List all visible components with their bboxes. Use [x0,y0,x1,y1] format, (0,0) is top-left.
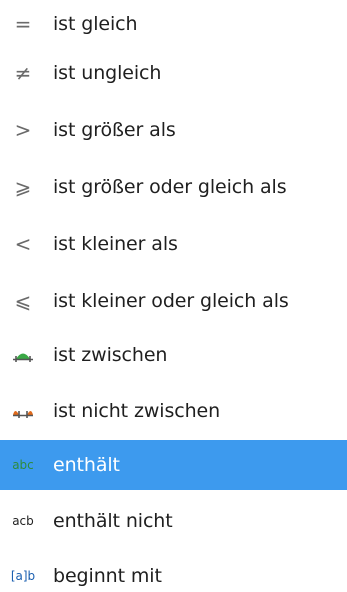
menu-item-label: ist zwischen [53,344,168,366]
not-contains-icon: acb [12,514,34,528]
menu-item-not-contains[interactable]: acb enthält nicht [0,497,347,545]
menu-item-label: enthält [53,454,120,476]
menu-item-label: enthält nicht [53,510,173,532]
begins-with-icon: [a]b [10,569,36,583]
menu-item-label: ist nicht zwischen [53,400,221,422]
menu-item-not-between[interactable]: ist nicht zwischen [0,387,347,435]
menu-item-label: ist ungleich [53,62,162,84]
not-between-icon [8,396,38,426]
menu-item-label: beginnt mit [53,565,162,587]
between-icon [8,340,38,370]
greater-or-equal-icon: ⩾ [14,175,32,199]
operator-dropdown-list: = ist gleich ≠ ist ungleich > ist größer… [0,0,347,592]
contains-icon: abc [12,458,34,472]
menu-item-greater-or-equal[interactable]: ⩾ ist größer oder gleich als [0,163,347,211]
menu-item-not-equal[interactable]: ≠ ist ungleich [0,49,347,97]
equals-icon: = [14,12,32,36]
menu-item-label: ist kleiner oder gleich als [53,290,289,312]
menu-item-between[interactable]: ist zwischen [0,331,347,379]
menu-item-less-than[interactable]: < ist kleiner als [0,220,347,268]
greater-than-icon: > [14,118,32,142]
menu-item-greater-than[interactable]: > ist größer als [0,106,347,154]
menu-item-label: ist gleich [53,13,138,35]
menu-item-equals[interactable]: = ist gleich [0,0,347,48]
menu-item-less-or-equal[interactable]: ⩽ ist kleiner oder gleich als [0,277,347,325]
less-or-equal-icon: ⩽ [14,289,32,313]
not-equal-icon: ≠ [14,61,32,85]
menu-item-begins-with[interactable]: [a]b beginnt mit [0,552,347,592]
menu-item-label: ist größer als [53,119,176,141]
menu-item-contains[interactable]: abc enthält [0,440,347,490]
menu-item-label: ist größer oder gleich als [53,176,287,198]
less-than-icon: < [14,232,32,256]
menu-item-label: ist kleiner als [53,233,178,255]
